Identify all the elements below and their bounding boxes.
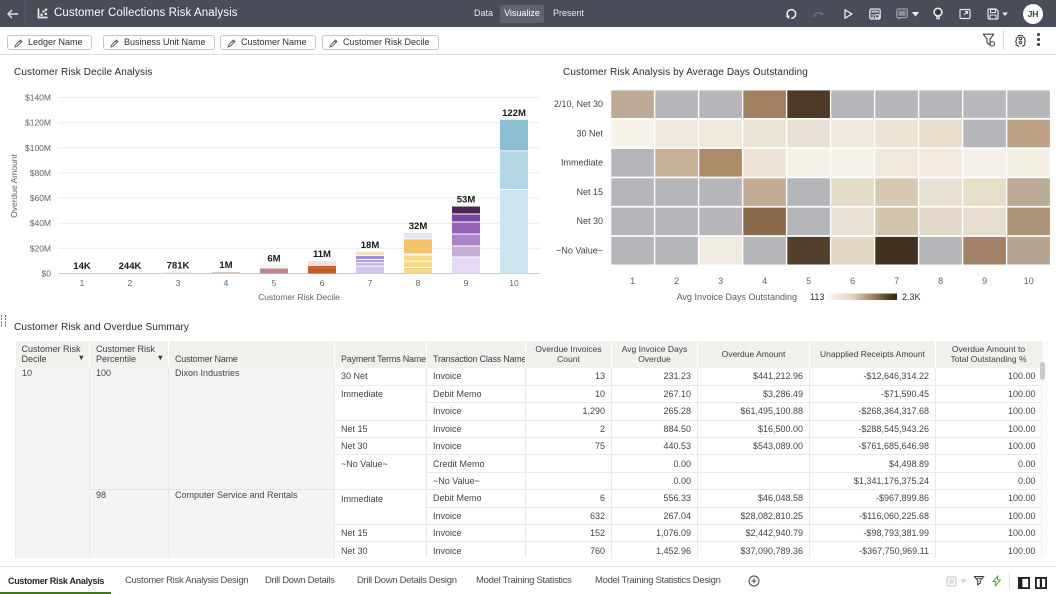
svg-text:53M: 53M bbox=[457, 195, 476, 206]
svg-text:1M: 1M bbox=[219, 260, 232, 271]
svg-text:$20M: $20M bbox=[30, 243, 51, 253]
svg-text:5: 5 bbox=[272, 278, 277, 288]
svg-text:$60M: $60M bbox=[30, 193, 51, 203]
svg-text:32M: 32M bbox=[409, 221, 428, 232]
svg-text:3: 3 bbox=[718, 276, 723, 286]
svg-text:9: 9 bbox=[982, 276, 987, 286]
svg-text:7: 7 bbox=[368, 278, 373, 288]
svg-text:Immediate: Immediate bbox=[561, 158, 603, 168]
svg-text:14K: 14K bbox=[73, 261, 91, 272]
svg-text:8: 8 bbox=[416, 278, 421, 288]
svg-text:781K: 781K bbox=[167, 261, 190, 272]
svg-text:6M: 6M bbox=[267, 254, 280, 265]
svg-text:Net 30: Net 30 bbox=[576, 216, 603, 226]
svg-text:2/10, Net 30: 2/10, Net 30 bbox=[554, 99, 603, 109]
svg-text:Customer Risk Decile: Customer Risk Decile bbox=[258, 292, 340, 302]
svg-text:2: 2 bbox=[674, 276, 679, 286]
svg-text:7: 7 bbox=[894, 276, 899, 286]
svg-text:113: 113 bbox=[810, 292, 824, 302]
svg-text:$120M: $120M bbox=[25, 118, 51, 128]
svg-text:2: 2 bbox=[128, 278, 133, 288]
svg-text:1: 1 bbox=[630, 276, 635, 286]
svg-text:$140M: $140M bbox=[25, 93, 51, 103]
svg-text:6: 6 bbox=[320, 278, 325, 288]
svg-text:~No Value~: ~No Value~ bbox=[556, 246, 603, 256]
svg-text:$80M: $80M bbox=[30, 168, 51, 178]
svg-text:11M: 11M bbox=[313, 249, 331, 260]
svg-text:3: 3 bbox=[176, 278, 181, 288]
svg-text:1: 1 bbox=[80, 278, 85, 288]
svg-text:4: 4 bbox=[224, 278, 229, 288]
svg-text:Net 15: Net 15 bbox=[576, 187, 603, 197]
svg-text:18M: 18M bbox=[361, 240, 380, 251]
svg-text:122M: 122M bbox=[502, 108, 526, 119]
svg-text:$40M: $40M bbox=[30, 218, 51, 228]
svg-text:Avg Invoice Days Outstanding: Avg Invoice Days Outstanding bbox=[677, 292, 797, 302]
svg-text:9: 9 bbox=[464, 278, 469, 288]
svg-text:5: 5 bbox=[806, 276, 811, 286]
svg-text:30 Net: 30 Net bbox=[576, 128, 603, 138]
svg-text:6: 6 bbox=[850, 276, 855, 286]
svg-text:10: 10 bbox=[509, 278, 519, 288]
svg-text:Overdue Amount: Overdue Amount bbox=[9, 153, 19, 217]
svg-text:4: 4 bbox=[762, 276, 767, 286]
svg-text:2.3K: 2.3K bbox=[902, 292, 921, 302]
svg-text:$0: $0 bbox=[42, 269, 52, 279]
svg-text:10: 10 bbox=[1024, 276, 1034, 286]
svg-text:8: 8 bbox=[938, 276, 943, 286]
svg-text:$100M: $100M bbox=[25, 143, 51, 153]
svg-text:244K: 244K bbox=[119, 261, 142, 272]
